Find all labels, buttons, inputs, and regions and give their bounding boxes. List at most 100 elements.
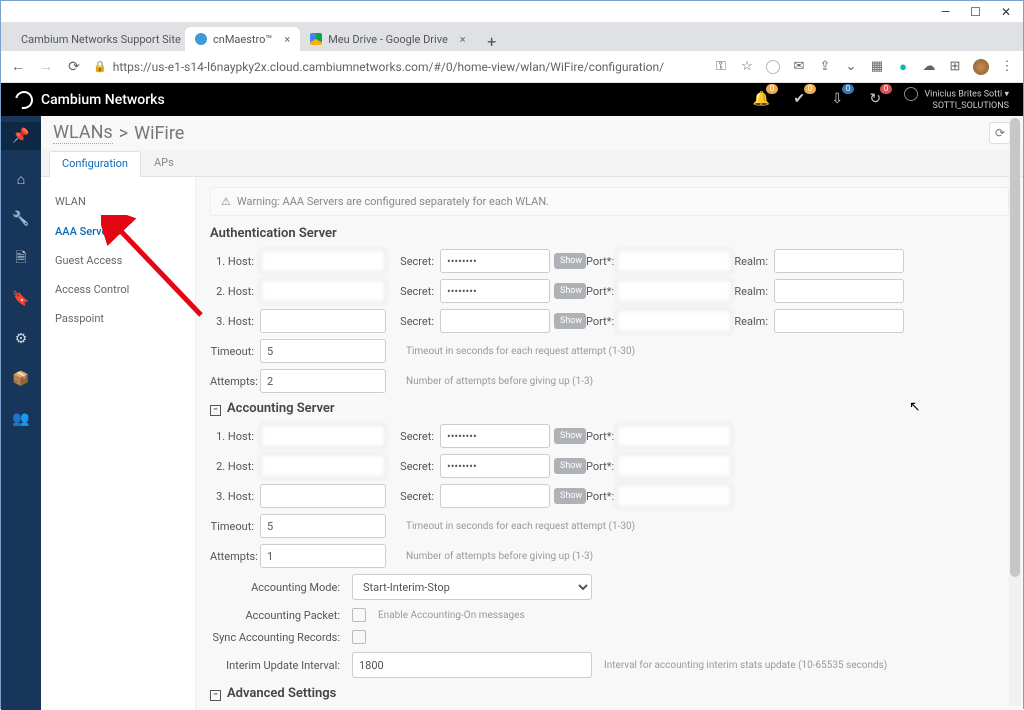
circle-icon[interactable] [765, 59, 781, 75]
user-menu[interactable]: Vinicius Brites Sotti ▾ SOTTI_SOLUTIONS [904, 87, 1009, 112]
menu-icon[interactable]: ⋮ [999, 59, 1015, 75]
tab-aps[interactable]: APs [141, 150, 187, 176]
key-icon[interactable]: ⚿ [713, 59, 729, 75]
avatar-icon[interactable] [973, 59, 989, 75]
alarm-bell-icon[interactable]: 🔔0 [752, 90, 770, 108]
show-button[interactable]: Show [554, 458, 586, 474]
status-check-icon[interactable]: ✔0 [790, 90, 808, 108]
grid-icon[interactable]: ▦ [869, 59, 885, 75]
sync-icon[interactable]: ↻0 [866, 90, 884, 108]
window-minimize[interactable]: — [941, 5, 950, 19]
auth-secret-2[interactable] [440, 279, 550, 303]
collapse-toggle[interactable]: − [210, 690, 221, 701]
close-icon[interactable]: × [284, 33, 290, 46]
ext-icon[interactable]: ● [895, 59, 911, 75]
scrollbar[interactable] [1009, 118, 1021, 706]
acct-secret-2[interactable] [440, 454, 550, 478]
window-maximize[interactable]: ☐ [970, 5, 981, 19]
acct-timeout[interactable] [260, 514, 386, 538]
acct-attempts[interactable] [260, 544, 386, 568]
refresh-button[interactable]: ⟳ [989, 122, 1011, 144]
collapse-toggle[interactable]: − [210, 405, 221, 416]
address-bar[interactable]: 🔒 https://us-e1-s14-l6naypky2x.cloud.cam… [93, 60, 703, 74]
sidebar-item-guest-access[interactable]: Guest Access [41, 246, 195, 275]
mail-icon[interactable]: ✉ [791, 59, 807, 75]
auth-secret-1[interactable] [440, 249, 550, 273]
browser-tab-title: cnMaestro™ [213, 33, 272, 46]
rail-box-icon[interactable]: 📦 [10, 368, 32, 390]
pocket-icon[interactable]: ⌄ [843, 59, 859, 75]
auth-port-3[interactable] [616, 309, 732, 333]
help-text: Number of attempts before giving up (1-3… [386, 551, 1009, 562]
show-button[interactable]: Show [554, 283, 586, 299]
auth-port-1[interactable] [616, 249, 732, 273]
show-button[interactable]: Show [554, 253, 586, 269]
acct-mode-select[interactable]: Start-Interim-Stop [352, 574, 592, 600]
auth-port-2[interactable] [616, 279, 732, 303]
sidebar-item-access-control[interactable]: Access Control [41, 275, 195, 304]
sidebar-item-passpoint[interactable]: Passpoint [41, 304, 195, 333]
acct-host-3[interactable] [260, 484, 386, 508]
drive-icon [310, 33, 322, 45]
show-button[interactable]: Show [554, 488, 586, 504]
acct-port-2[interactable] [616, 454, 732, 478]
auth-host-1[interactable] [260, 249, 386, 273]
host-label: 3. Host: [210, 315, 260, 328]
rail-settings-icon[interactable]: ⚙ [10, 328, 32, 350]
realm-label: Realm: [732, 315, 774, 328]
host-label: 3. Host: [210, 490, 260, 503]
rail-home-icon[interactable]: ⌂ [10, 168, 32, 190]
star-icon[interactable]: ☆ [739, 59, 755, 75]
acct-secret-3[interactable] [440, 484, 550, 508]
show-button[interactable]: Show [554, 428, 586, 444]
auth-host-3[interactable] [260, 309, 386, 333]
sidebar-item-wlan[interactable]: WLAN [41, 187, 195, 216]
tab-configuration[interactable]: Configuration [49, 151, 141, 177]
nav-rail: 📌 ⌂ 🔧 🗎 🔖 ⚙ 📦 👥 [1, 116, 41, 710]
sidebar-item-aaa-servers[interactable]: AAA Servers [41, 216, 195, 246]
browser-tab[interactable]: Meu Drive - Google Drive × [300, 27, 475, 51]
interim-interval[interactable] [352, 652, 592, 678]
rail-users-icon[interactable]: 👥 [10, 408, 32, 430]
acct-section-title: −Accounting Server [210, 401, 1009, 416]
lock-ext-icon[interactable]: ⊞ [947, 59, 963, 75]
rail-tag-icon[interactable]: 🔖 [10, 288, 32, 310]
user-name: Vinicius Brites Sotti [924, 89, 1002, 99]
share-icon[interactable]: ⇪ [817, 59, 833, 75]
download-icon[interactable]: ⇩0 [828, 90, 846, 108]
cloud-icon[interactable]: ☁ [921, 59, 937, 75]
sync-checkbox[interactable] [352, 630, 366, 644]
auth-timeout[interactable] [260, 339, 386, 363]
acct-host-2[interactable] [260, 454, 386, 478]
auth-realm-3[interactable] [774, 309, 904, 333]
rail-reports-icon[interactable]: 🗎 [10, 248, 32, 270]
brand[interactable]: Cambium Networks [15, 91, 165, 109]
auth-realm-2[interactable] [774, 279, 904, 303]
acct-port-1[interactable] [616, 424, 732, 448]
rail-wrench-icon[interactable]: 🔧 [10, 208, 32, 230]
auth-secret-3[interactable] [440, 309, 550, 333]
user-avatar-icon [904, 87, 918, 101]
reload-button[interactable]: ⟳ [65, 58, 83, 76]
auth-host-2[interactable] [260, 279, 386, 303]
forward-button[interactable]: → [37, 58, 55, 76]
breadcrumb-root[interactable]: WLANs [53, 122, 113, 144]
show-button[interactable]: Show [554, 313, 586, 329]
acct-row-2: 2. Host: Secret: Show Port*: [210, 454, 1009, 478]
breadcrumb-sep: > [119, 123, 128, 144]
browser-tab[interactable]: cnMaestro™ × [185, 27, 300, 51]
acct-secret-1[interactable] [440, 424, 550, 448]
rail-pin-icon[interactable]: 📌 [1, 122, 41, 150]
window-close[interactable]: ✕ [1001, 5, 1011, 19]
back-button[interactable]: ← [9, 58, 27, 76]
realm-label: Realm: [732, 285, 774, 298]
acct-port-3[interactable] [616, 484, 732, 508]
acct-packet-checkbox[interactable] [352, 608, 366, 622]
auth-attempts[interactable] [260, 369, 386, 393]
browser-tab[interactable]: Cambium Networks Support Site × [5, 27, 185, 51]
close-icon[interactable]: × [460, 33, 466, 46]
scrollbar-thumb[interactable] [1010, 118, 1020, 577]
new-tab-button[interactable]: + [482, 31, 502, 51]
acct-host-1[interactable] [260, 424, 386, 448]
auth-realm-1[interactable] [774, 249, 904, 273]
